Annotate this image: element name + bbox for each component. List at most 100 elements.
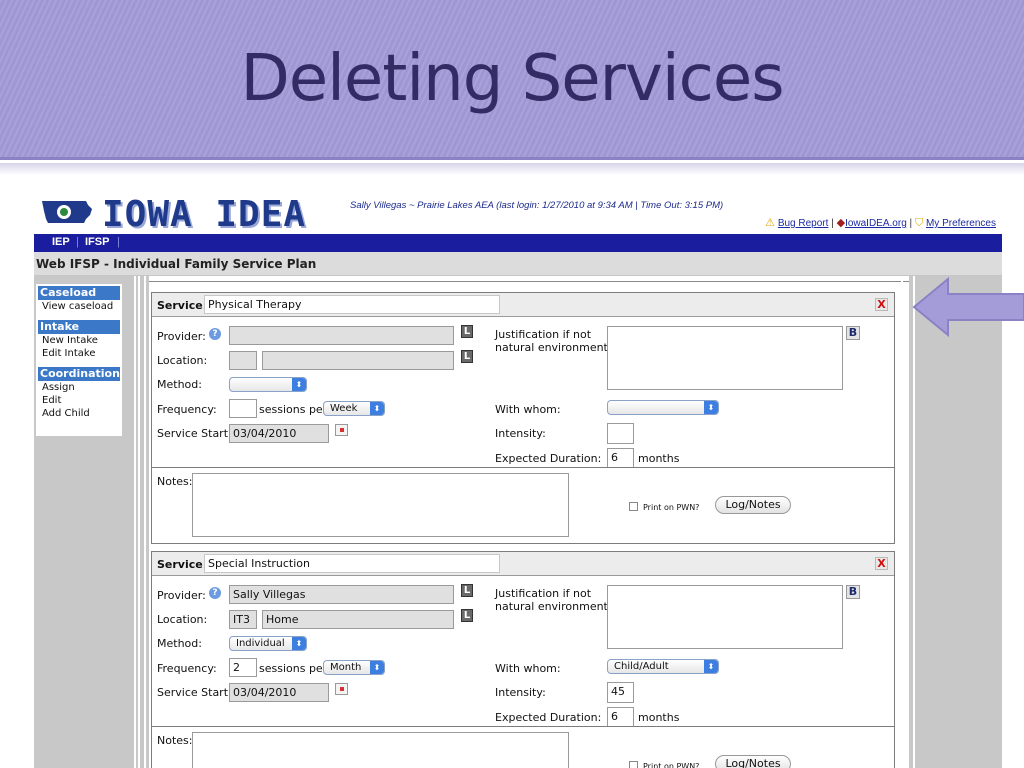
calendar-icon[interactable] [335, 683, 348, 695]
notes-textarea[interactable] [192, 732, 569, 768]
location-code-field[interactable] [229, 351, 257, 370]
with-whom-select[interactable]: Child/Adult ⬍ [607, 659, 719, 674]
panel-top-edge [149, 276, 909, 282]
page-title: Web IFSP - Individual Family Service Pla… [36, 257, 317, 271]
delete-service-button[interactable]: X [875, 298, 888, 311]
location-field[interactable] [262, 351, 454, 370]
print-on-pwn-checkbox[interactable] [629, 502, 638, 511]
bug-report-link[interactable]: Bug Report [778, 218, 829, 229]
duration-field[interactable]: 6 [607, 707, 634, 727]
frame-divider [134, 276, 136, 768]
with-whom-value: Child/Adult [614, 661, 669, 672]
chevron-down-icon: ⬍ [704, 401, 718, 414]
tab-ifsp[interactable]: IFSP [85, 236, 109, 248]
service-name-field[interactable]: Special Instruction [204, 554, 500, 573]
frequency-period-select[interactable]: Week ⬍ [323, 401, 385, 416]
service-start-field[interactable]: 03/04/2010 [229, 424, 329, 443]
top-links: ⚠ Bug Report | ◆IowaIDEA.org | ⛉ My Pref… [765, 216, 996, 230]
intensity-field[interactable] [607, 423, 634, 444]
provider-field[interactable] [229, 326, 454, 345]
frequency-period-value: Week [330, 403, 358, 414]
frame-divider [138, 276, 140, 768]
method-select[interactable]: ⬍ [229, 377, 307, 392]
justification-textarea[interactable] [607, 585, 843, 649]
location-lookup-button[interactable]: L [461, 609, 473, 622]
expected-duration-label: Expected Duration: [495, 711, 602, 724]
intensity-label: Intensity: [495, 427, 546, 440]
link-separator: | [909, 218, 913, 229]
app-logo[interactable]: IOWA IDEA [102, 194, 306, 235]
frequency-field[interactable]: 2 [229, 658, 257, 677]
location-lookup-button[interactable]: L [461, 350, 473, 363]
frame-divider [144, 276, 146, 768]
intensity-field[interactable]: 45 [607, 682, 634, 703]
service-start-label: Service Start: [157, 427, 232, 440]
sidebar-item-add-child[interactable]: Add Child [36, 407, 122, 420]
method-select[interactable]: Individual ⬍ [229, 636, 307, 651]
section-divider [152, 726, 894, 727]
frequency-label: Frequency: [157, 662, 217, 675]
frequency-period-select[interactable]: Month ⬍ [323, 660, 385, 675]
warning-icon: ⚠ [765, 217, 776, 229]
sidebar-header-intake[interactable]: Intake [38, 320, 120, 334]
provider-lookup-button[interactable]: L [461, 325, 473, 338]
iowaidea-link[interactable]: IowaIDEA.org [845, 218, 907, 229]
chevron-down-icon: ⬍ [704, 660, 718, 673]
provider-label: Provider: [157, 589, 206, 602]
nav-separator: | [76, 236, 79, 248]
with-whom-select[interactable]: ⬍ [607, 400, 719, 415]
service-block-special-instruction: Service: Special Instruction X Provider:… [151, 551, 895, 768]
duration-field[interactable]: 6 [607, 448, 634, 468]
log-notes-button[interactable]: Log/Notes [715, 755, 791, 768]
method-label: Method: [157, 637, 202, 650]
frame-divider [901, 276, 903, 768]
chevron-down-icon: ⬍ [292, 637, 306, 650]
location-code-field[interactable]: IT3 [229, 610, 257, 629]
log-notes-button[interactable]: Log/Notes [715, 496, 791, 514]
b-button[interactable]: B [846, 326, 860, 340]
sessions-per-label: sessions per [259, 403, 328, 416]
sidebar-item-assign[interactable]: Assign [36, 381, 122, 394]
provider-label: Provider: [157, 330, 206, 343]
nav-separator: | [117, 236, 120, 248]
months-label: months [638, 711, 680, 724]
sidebar-item-view-caseload[interactable]: View caseload [36, 300, 122, 313]
provider-lookup-button[interactable]: L [461, 584, 473, 597]
service-header: Service: Special Instruction X [152, 552, 894, 576]
notes-textarea[interactable] [192, 473, 569, 537]
slide-header-shadow [0, 163, 1024, 175]
notes-label: Notes: [157, 475, 193, 488]
help-icon[interactable]: ? [209, 587, 221, 599]
justification-label-2: natural environment: [495, 341, 612, 354]
service-start-label: Service Start: [157, 686, 232, 699]
service-name-field[interactable]: Physical Therapy [204, 295, 500, 314]
service-start-field[interactable]: 03/04/2010 [229, 683, 329, 702]
page-heading-bar: Web IFSP - Individual Family Service Pla… [34, 252, 1002, 276]
sidebar-header-coordination[interactable]: Coordination [38, 367, 120, 381]
service-block-physical-therapy: Service: Physical Therapy X Provider: ? … [151, 292, 895, 544]
app-top-bar: IOWA IDEA Sally Villegas ~ Prairie Lakes… [34, 190, 1002, 235]
sidebar-item-edit[interactable]: Edit [36, 394, 122, 407]
sidebar-header-caseload[interactable]: Caseload [38, 286, 120, 300]
sidebar-item-new-intake[interactable]: New Intake [36, 334, 122, 347]
calendar-icon[interactable] [335, 424, 348, 436]
frequency-field[interactable] [229, 399, 257, 418]
delete-service-button[interactable]: X [875, 557, 888, 570]
print-on-pwn-label: Print on PWN? [643, 762, 700, 768]
chevron-down-icon: ⬍ [370, 661, 384, 674]
tab-iep[interactable]: IEP [52, 236, 70, 248]
location-label: Location: [157, 613, 208, 626]
help-icon[interactable]: ? [209, 328, 221, 340]
book-icon: ◆ [836, 217, 846, 229]
sidebar: Caseload View caseload Intake New Intake… [36, 284, 122, 436]
sidebar-item-edit-intake[interactable]: Edit Intake [36, 347, 122, 360]
location-field[interactable]: Home [262, 610, 454, 629]
b-button[interactable]: B [846, 585, 860, 599]
my-preferences-link[interactable]: My Preferences [926, 218, 996, 229]
notes-label: Notes: [157, 734, 193, 747]
print-on-pwn-checkbox[interactable] [629, 761, 638, 768]
expected-duration-label: Expected Duration: [495, 452, 602, 465]
justification-textarea[interactable] [607, 326, 843, 390]
service-label: Service: [157, 558, 208, 571]
provider-field[interactable]: Sally Villegas [229, 585, 454, 604]
